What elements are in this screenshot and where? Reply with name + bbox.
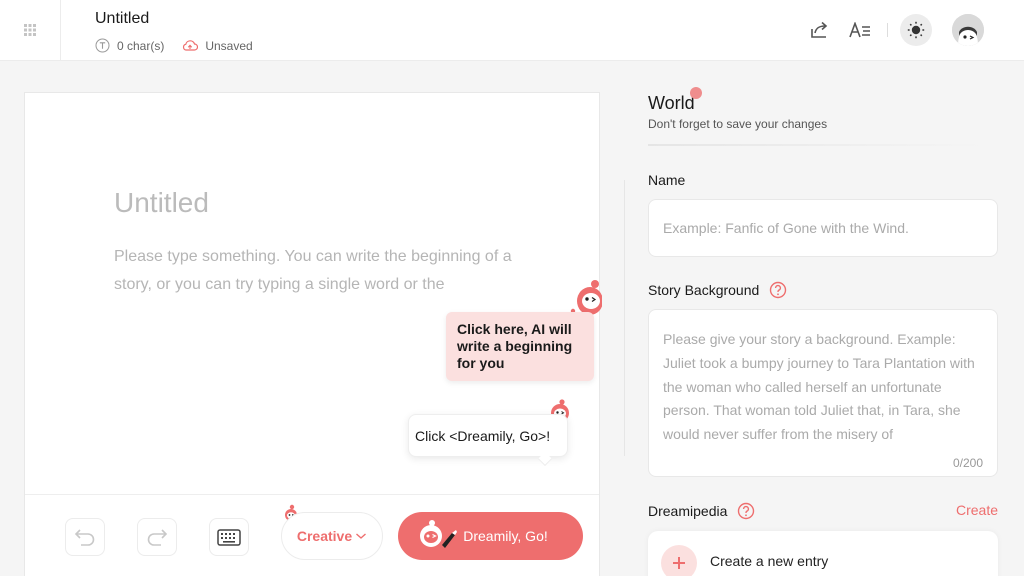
story-title-input[interactable]: Untitled [114,187,209,219]
redo-button[interactable] [137,518,177,556]
help-icon[interactable] [769,281,787,299]
undo-icon [74,529,95,546]
creative-mode-dropdown[interactable]: Creative [281,512,383,560]
user-avatar[interactable] [952,14,984,46]
plus-button[interactable] [661,545,697,576]
char-count-label: 0 char(s) [117,38,165,53]
avatar-mascot-icon [952,14,984,46]
redo-icon [147,529,168,546]
panel-rule [648,144,984,146]
keyboard-icon [217,528,241,546]
plus-icon [673,557,685,569]
creative-mode-label: Creative [296,528,353,544]
story-background-label: Story Background [648,281,787,299]
dreamipedia-label-text: Dreamipedia [648,503,728,519]
ai-beginning-tip[interactable]: Click here, AI will write a beginning fo… [446,312,594,381]
cloud-unsaved-icon [183,40,199,51]
save-status: Unsaved [182,38,253,53]
create-new-entry-card[interactable]: Create a new entry [648,531,998,576]
name-label-text: Name [648,172,686,188]
top-header: Untitled 0 char(s) Unsaved [0,0,1024,61]
editor-toolbar: Creative Dreamily, Go! [25,494,599,576]
keyboard-button[interactable] [209,518,249,556]
undo-button[interactable] [65,518,105,556]
chevron-down-icon [356,533,367,539]
dreamily-go-label: Dreamily, Go! [463,528,548,544]
panel-subtitle: Don't forget to save your changes [648,117,828,131]
dreamily-go-tip: Click <Dreamily, Go>! [408,414,568,457]
char-count: 0 char(s) [95,38,164,53]
dreamily-go-button[interactable]: Dreamily, Go! [398,512,583,560]
story-body-input[interactable]: Please type something. You can write the… [114,243,524,299]
go-mascot-icon [420,520,457,548]
share-icon [811,21,828,38]
help-icon[interactable] [737,502,755,520]
editor-card: Untitled Please type something. You can … [24,92,602,576]
text-icon [95,38,110,53]
name-label: Name [648,172,685,188]
story-background-label-text: Story Background [648,282,760,298]
panel-divider [624,180,625,456]
unsaved-dot [690,87,702,99]
grid-icon [24,24,36,36]
apps-menu-button[interactable] [0,0,61,60]
create-new-entry-label: Create a new entry [710,553,829,569]
save-status-label: Unsaved [205,38,253,53]
document-meta: 0 char(s) Unsaved [95,38,271,53]
document-title[interactable]: Untitled [95,10,149,28]
dreamily-go-tip-label: Click <Dreamily, Go>! [415,427,551,444]
header-divider [887,23,888,37]
panel-title: World [648,93,695,113]
name-input[interactable]: Example: Fanfic of Gone with the Wind. [648,199,998,257]
theme-toggle-button[interactable] [900,14,932,46]
name-placeholder: Example: Fanfic of Gone with the Wind. [663,220,909,236]
dreamipedia-label: Dreamipedia [648,502,755,520]
sun-icon [907,21,925,39]
create-entry-link[interactable]: Create [956,502,998,518]
character-counter: 0/200 [952,456,983,470]
story-background-textarea[interactable]: Please give your story a background. Exa… [648,309,998,477]
font-settings-icon [849,22,870,38]
story-background-placeholder: Please give your story a background. Exa… [663,331,975,443]
font-settings-button[interactable] [844,14,876,46]
share-button[interactable] [804,14,836,46]
